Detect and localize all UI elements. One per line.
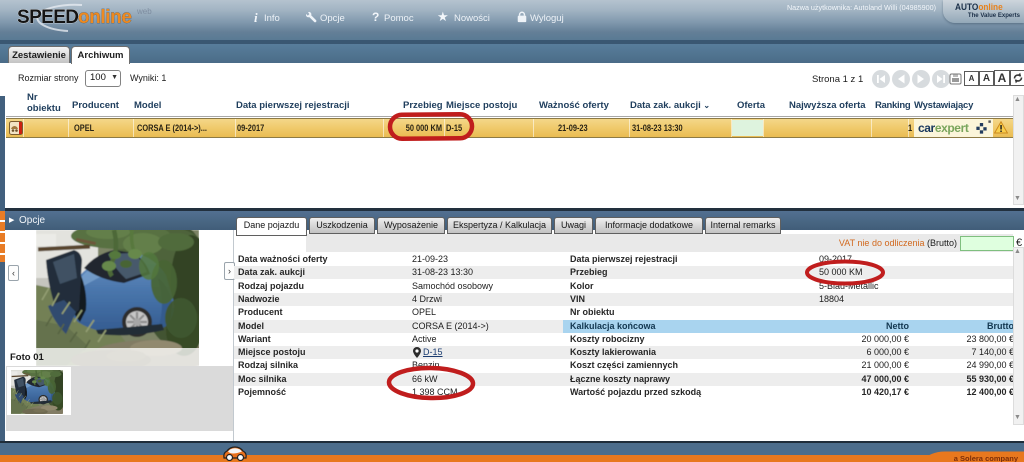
svg-text:web: web [136,7,152,16]
svg-text:online: online [78,7,132,28]
svg-text:SPEED: SPEED [17,7,78,28]
